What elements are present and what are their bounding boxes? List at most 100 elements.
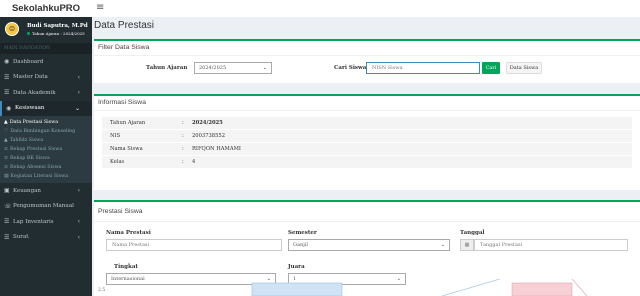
table-row: Nama Siswa: RIFQON HAMAMI	[102, 143, 632, 156]
chart-bar-blue	[251, 282, 343, 296]
list-icon: ≡	[4, 165, 9, 170]
sidebar-item-label: Kesiswaan	[15, 105, 45, 112]
chevron-down-icon: ⌄	[262, 65, 267, 71]
tahun-ajaran-label: Tahun Ajaran	[146, 65, 188, 71]
sidebar-subitem-rekap-absensi[interactable]: ≡ Rekap Absensi Siswa	[0, 163, 92, 172]
list-icon: ≡	[4, 147, 9, 152]
heart-icon: ♡	[4, 129, 9, 134]
graduation-icon: ▲	[4, 120, 8, 125]
student-icon: ◉	[6, 104, 12, 112]
sidebar-item-label: Master Data	[13, 74, 48, 81]
nav-header: MAIN NAVIGATION	[0, 43, 92, 54]
sidebar-item-data-akademik[interactable]: ☰ Data Akademik ‹	[0, 85, 92, 101]
calendar-icon[interactable]: ▦	[460, 239, 474, 251]
colon: :	[182, 146, 184, 152]
row-key: Nama Siswa	[110, 146, 143, 152]
table-icon: ☰	[4, 89, 10, 97]
sidebar-subitem-bimbingan[interactable]: ♡ Data Bimbingan Konseling	[0, 127, 92, 136]
user-status: Tahun Ajaran : 2024/2025	[27, 31, 88, 36]
phone-icon: ☏	[4, 202, 12, 210]
colon: :	[182, 133, 184, 139]
semester-select[interactable]: Ganjil ⌄	[288, 239, 450, 251]
tanggal-input[interactable]: Tanggal Prestasi	[474, 239, 628, 251]
filter-heading: Filter Data Siswa	[94, 41, 640, 56]
cari-siswa-label: Cari Siswa	[334, 65, 367, 71]
row-key: Tahun Ajaran	[110, 120, 146, 126]
tanggal-label: Tanggal	[460, 230, 485, 236]
avatar: ☺	[5, 22, 19, 36]
subitem-label: Rekap BK Siswa	[10, 156, 50, 161]
sidebar-item-label: Lap Inventaris	[13, 218, 54, 225]
nisn-search-input[interactable]: NISN Siswa	[366, 62, 480, 74]
chevron-left-icon: ‹	[77, 89, 80, 97]
semester-label: Semester	[288, 230, 317, 236]
table-row: Tahun Ajaran: 2024/2025	[102, 117, 632, 130]
list-icon: ≡	[4, 156, 9, 161]
chevron-left-icon: ‹	[77, 187, 80, 195]
main-content: Data Prestasi Filter Data Siswa Tahun Aj…	[92, 17, 640, 296]
sidebar-item-label: Data Akademik	[13, 89, 56, 96]
data-siswa-button[interactable]: Data Siswa	[506, 62, 542, 74]
online-dot-icon	[27, 31, 30, 35]
table-icon: ☰	[4, 218, 10, 226]
subitem-label: Rekap Absensi Siswa	[10, 165, 62, 170]
dashboard-icon: ◉	[4, 58, 10, 66]
semester-value: Ganjil	[293, 242, 308, 248]
sidebar-item-surat[interactable]: ☰ Surat ‹	[0, 230, 92, 246]
sidebar-item-inventaris[interactable]: ☰ Lap Inventaris ‹	[0, 214, 92, 230]
subitem-label: Data Bimbingan Konseling	[10, 129, 76, 134]
chart-line-2	[571, 279, 588, 296]
sidebar-item-label: Keuangan	[13, 187, 41, 194]
row-value: 4	[192, 159, 196, 165]
sidebar: ☺ Budi Saputra, M.Pd Tahun Ajaran : 2024…	[0, 17, 92, 296]
sidebar-subitem-rekap-prestasi[interactable]: ≡ Rekap Prestasi Siswa	[0, 145, 92, 154]
user-status-text: Tahun Ajaran : 2024/2025	[32, 30, 85, 36]
table-icon: ☰	[4, 233, 10, 241]
tingkat-value: Internasional	[111, 276, 145, 282]
sidebar-item-keuangan[interactable]: ▣ Keuangan ‹	[0, 183, 92, 199]
row-value: RIFQON HAMAMI	[192, 146, 241, 152]
cari-button[interactable]: Cari	[482, 62, 500, 74]
row-key: NIS	[110, 133, 121, 139]
table-icon: ☰	[4, 73, 10, 81]
nama-prestasi-input[interactable]: Nama Prestasi	[106, 239, 282, 251]
menu-toggle-icon[interactable]: ≡	[96, 2, 104, 13]
user-panel: ☺ Budi Saputra, M.Pd Tahun Ajaran : 2024…	[0, 17, 92, 41]
info-heading: Informasi Siswa	[94, 96, 640, 111]
tahun-ajaran-select[interactable]: 2024/2025 ⌄	[194, 62, 272, 74]
chart-line	[441, 279, 501, 296]
sidebar-item-label: Dashboard	[13, 58, 44, 65]
sidebar-item-master-data[interactable]: ☰ Master Data ‹	[0, 70, 92, 86]
sidebar-subitem-literasi[interactable]: ▤ Kegiatan Literasi Siswa	[0, 172, 92, 181]
tahun-ajaran-value: 2024/2025	[199, 65, 227, 71]
subitem-label: Data Prestasi Siswa	[9, 120, 59, 125]
tingkat-label: Tingkat	[114, 264, 138, 270]
money-icon: ▣	[4, 187, 10, 195]
info-table: Tahun Ajaran: 2024/2025 NIS: 2003738552 Na…	[102, 117, 632, 169]
sidebar-item-pengumuman[interactable]: ☏ Pengumuman Manual	[0, 199, 92, 215]
juara-label: Juara	[288, 264, 305, 270]
sidebar-subitem-data-prestasi[interactable]: ▲ Data Prestasi Siswa	[0, 118, 92, 127]
prestasi-heading: Prestasi Siswa	[94, 202, 640, 222]
table-row: Kelas: 4	[102, 156, 632, 169]
kesiswaan-submenu: ▲ Data Prestasi Siswa ♡ Data Bimbingan Kon…	[0, 116, 92, 183]
colon: :	[182, 159, 184, 165]
brand-logo[interactable]: SekolahkuPRO	[0, 0, 92, 17]
row-value: 2003738552	[192, 133, 226, 139]
colon: :	[182, 120, 184, 126]
top-navbar: SekolahkuPRO ≡	[0, 0, 640, 17]
sidebar-item-kesiswaan[interactable]: ◉ Kesiswaan ⌄	[0, 100, 92, 116]
sidebar-item-label: Pengumuman Manual	[13, 203, 74, 210]
sidebar-item-dashboard[interactable]: ◉ Dashboard	[0, 54, 92, 70]
bell-icon: ▲	[4, 138, 8, 143]
sidebar-subitem-rekap-bk[interactable]: ≡ Rekap BK Siswa	[0, 154, 92, 163]
filter-box: Filter Data Siswa Tahun Ajaran 2024/2025…	[94, 39, 640, 83]
page-title: Data Prestasi	[94, 20, 155, 31]
book-icon: ▤	[4, 174, 9, 179]
table-row: NIS: 2003738552	[102, 130, 632, 143]
chart-tick-label: 2.5	[98, 288, 106, 293]
sidebar-subitem-tahfidz[interactable]: ▲ Tahfidz Siswa	[0, 136, 92, 145]
subitem-label: Rekap Prestasi Siswa	[10, 147, 63, 152]
chevron-down-icon: ⌄	[440, 242, 445, 248]
chevron-left-icon: ‹	[77, 233, 80, 241]
